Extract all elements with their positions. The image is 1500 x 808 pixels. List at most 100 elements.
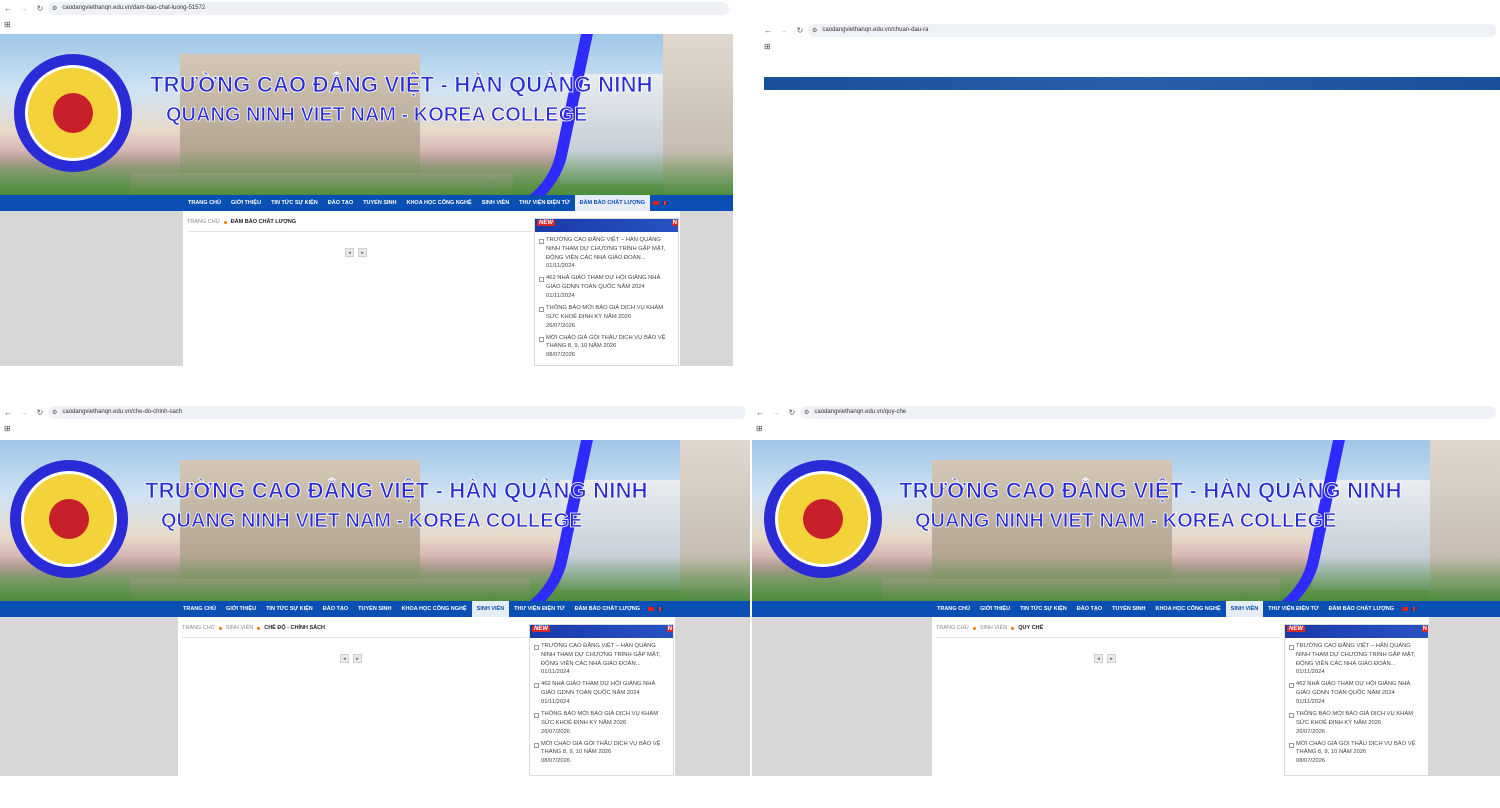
news-date: 08/07/2026 [541,758,571,765]
next-button[interactable]: ▸ [1107,654,1116,663]
menu-item-dao-tao[interactable]: ĐÀO TẠO [318,601,353,617]
menu-item-thu-vien[interactable]: THƯ VIỆN ĐIỆN TỬ [1263,601,1323,617]
vietnamese-flag-icon[interactable] [653,201,660,205]
news-item[interactable]: 462 NHÀ GIÁO THAM DỰ HỘI GIẢNG NHÀ GIÁO … [535,270,678,300]
back-icon[interactable]: ← [760,22,776,38]
college-logo[interactable] [14,54,132,172]
menu-item-tin-tuc[interactable]: TIN TỨC SỰ KIỆN [261,601,318,617]
news-item[interactable]: MỜI CHÀO GIÁ GÓI THẦU DỊCH VỤ BẢO VỆ THÁ… [1285,736,1428,766]
breadcrumb-home[interactable]: TRANG CHỦ [936,625,969,631]
site-settings-icon[interactable]: ⚙ [52,5,57,12]
vietnamese-flag-icon[interactable] [1402,607,1409,611]
news-item[interactable]: THÔNG BÁO MỜI BÁO GIÁ DỊCH VỤ KHÁM SỨC K… [530,706,673,736]
vietnamese-flag-icon[interactable] [648,607,655,611]
news-title[interactable]: TRƯỜNG CAO ĐẲNG VIỆT – HÀN QUẢNG NINH TH… [1296,642,1424,668]
news-title[interactable]: 462 NHÀ GIÁO THAM DỰ HỘI GIẢNG NHÀ GIÁO … [541,680,669,698]
news-item[interactable]: THÔNG BÁO MỜI BÁO GIÁ DỊCH VỤ KHÁM SỨC K… [535,300,678,330]
forward-icon[interactable]: → [16,404,32,420]
site-banner: TRƯỜNG CAO ĐẲNG VIỆT - HÀN QUẢNG NINH QU… [752,440,1500,601]
prev-button[interactable]: ◂ [345,248,354,257]
site-settings-icon[interactable]: ⚙ [52,409,57,416]
menu-item-gioi-thieu[interactable]: GIỚI THIỆU [221,601,261,617]
news-title[interactable]: THÔNG BÁO MỜI BÁO GIÁ DỊCH VỤ KHÁM SỨC K… [1296,710,1424,728]
back-icon[interactable]: ← [0,0,16,16]
prev-button[interactable]: ◂ [340,654,349,663]
reload-icon[interactable]: ↻ [784,404,800,420]
menu-item-trang-chu[interactable]: TRANG CHỦ [932,601,975,617]
menu-item-dao-tao[interactable]: ĐÀO TẠO [1072,601,1107,617]
url-field[interactable]: ⚙ caodangviethanqn.edu.vn/quy-che [800,405,1496,419]
menu-item-tuyen-sinh[interactable]: TUYỂN SINH [353,601,396,617]
address-bar: ← → ↻ ⚙ caodangviethanqn.edu.vn/dam-bao-… [0,0,733,16]
pager: ◂ ▸ [340,654,362,663]
news-item[interactable]: 462 NHÀ GIÁO THAM DỰ HỘI GIẢNG NHÀ GIÁO … [530,676,673,706]
news-item[interactable]: MỜI CHÀO GIÁ GÓI THẦU DỊCH VỤ BẢO VỆ THÁ… [535,330,678,360]
news-title[interactable]: TRƯỜNG CAO ĐẲNG VIỆT – HÀN QUẢNG NINH TH… [541,642,669,668]
menu-item-dam-bao[interactable]: ĐẢM BẢO CHẤT LƯỢNG [1324,601,1399,617]
menu-item-sinh-vien[interactable]: SINH VIÊN [471,601,510,617]
forward-icon[interactable]: → [776,22,792,38]
reload-icon[interactable]: ↻ [792,22,808,38]
prev-button[interactable]: ◂ [1094,654,1103,663]
news-item[interactable]: MỜI CHÀO GIÁ GÓI THẦU DỊCH VỤ BẢO VỆ THÁ… [530,736,673,766]
menu-item-trang-chu[interactable]: TRANG CHỦ [178,601,221,617]
apps-icon[interactable]: ⊞ [764,42,771,51]
menu-item-trang-chu[interactable]: TRANG CHỦ [183,195,226,211]
news-title[interactable]: MỜI CHÀO GIÁ GÓI THẦU DỊCH VỤ BẢO VỆ THÁ… [546,334,674,352]
news-item[interactable]: TRƯỜNG CAO ĐẲNG VIỆT – HÀN QUẢNG NINH TH… [535,232,678,270]
news-item[interactable]: THÔNG BÁO MỜI BÁO GIÁ DỊCH VỤ KHÁM SỨC K… [1285,706,1428,736]
new-badge: NEW [532,626,550,632]
breadcrumb-home[interactable]: TRANG CHỦ [182,625,215,631]
apps-icon[interactable]: ⊞ [4,424,11,433]
reload-icon[interactable]: ↻ [32,404,48,420]
menu-item-tin-tuc[interactable]: TIN TỨC SỰ KIỆN [266,195,323,211]
news-title[interactable]: 462 NHÀ GIÁO THAM DỰ HỘI GIẢNG NHÀ GIÁO … [546,274,674,292]
news-title[interactable]: MỜI CHÀO GIÁ GÓI THẦU DỊCH VỤ BẢO VỆ THÁ… [1296,740,1424,758]
menu-item-dam-bao[interactable]: ĐẢM BẢO CHẤT LƯỢNG [574,195,651,211]
url-field[interactable]: ⚙ caodangviethanqn.edu.vn/che-do-chinh-s… [48,405,746,419]
menu-item-sinh-vien[interactable]: SINH VIÊN [1225,601,1264,617]
menu-item-dao-tao[interactable]: ĐÀO TẠO [323,195,358,211]
english-flag-icon[interactable] [657,607,664,611]
english-flag-icon[interactable] [1411,607,1418,611]
news-title[interactable]: THÔNG BÁO MỜI BÁO GIÁ DỊCH VỤ KHÁM SỨC K… [541,710,669,728]
news-title[interactable]: THÔNG BÁO MỜI BÁO GIÁ DỊCH VỤ KHÁM SỨC K… [546,304,674,322]
menu-item-khoa-hoc[interactable]: KHOA HỌC CÔNG NGHỆ [401,195,476,211]
menu-item-khoa-hoc[interactable]: KHOA HỌC CÔNG NGHỆ [396,601,471,617]
news-item[interactable]: 462 NHÀ GIÁO THAM DỰ HỘI GIẢNG NHÀ GIÁO … [1285,676,1428,706]
english-flag-icon[interactable] [662,201,669,205]
news-item[interactable]: TRƯỜNG CAO ĐẲNG VIỆT – HÀN QUẢNG NINH TH… [1285,638,1428,676]
menu-item-dam-bao[interactable]: ĐẢM BẢO CHẤT LƯỢNG [570,601,645,617]
forward-icon[interactable]: → [16,0,32,16]
news-title[interactable]: 462 NHÀ GIÁO THAM DỰ HỘI GIẢNG NHÀ GIÁO … [1296,680,1424,698]
menu-item-gioi-thieu[interactable]: GIỚI THIỆU [226,195,266,211]
menu-item-thu-vien[interactable]: THƯ VIỆN ĐIỆN TỬ [509,601,569,617]
breadcrumb-parent[interactable]: SINH VIÊN [226,625,254,631]
next-button[interactable]: ▸ [353,654,362,663]
menu-item-gioi-thieu[interactable]: GIỚI THIỆU [975,601,1015,617]
next-button[interactable]: ▸ [358,248,367,257]
breadcrumb-home[interactable]: TRANG CHỦ [187,219,220,225]
college-logo[interactable] [10,460,128,578]
site-settings-icon[interactable]: ⚙ [804,409,809,416]
breadcrumb-parent[interactable]: SINH VIÊN [980,625,1008,631]
news-item[interactable]: TRƯỜNG CAO ĐẲNG VIỆT – HÀN QUẢNG NINH TH… [530,638,673,676]
reload-icon[interactable]: ↻ [32,0,48,16]
apps-icon[interactable]: ⊞ [756,424,763,433]
college-logo[interactable] [764,460,882,578]
url-field[interactable]: ⚙ caodangviethanqn.edu.vn/chuan-dau-ra [808,23,1496,37]
menu-item-thu-vien[interactable]: THƯ VIỆN ĐIỆN TỬ [514,195,574,211]
menu-item-tuyen-sinh[interactable]: TUYỂN SINH [358,195,401,211]
site-settings-icon[interactable]: ⚙ [812,27,817,34]
back-icon[interactable]: ← [0,404,16,420]
news-title[interactable]: MỜI CHÀO GIÁ GÓI THẦU DỊCH VỤ BẢO VỆ THÁ… [541,740,669,758]
menu-item-sinh-vien[interactable]: SINH VIÊN [477,195,515,211]
apps-icon[interactable]: ⊞ [4,20,11,29]
menu-item-khoa-hoc[interactable]: KHOA HỌC CÔNG NGHỆ [1150,601,1225,617]
back-icon[interactable]: ← [752,404,768,420]
menu-item-tin-tuc[interactable]: TIN TỨC SỰ KIỆN [1015,601,1072,617]
menu-item-tuyen-sinh[interactable]: TUYỂN SINH [1107,601,1150,617]
forward-icon[interactable]: → [768,404,784,420]
url-field[interactable]: ⚙ caodangviethanqn.edu.vn/dam-bao-chat-l… [48,1,729,15]
news-title[interactable]: TRƯỜNG CAO ĐẲNG VIỆT – HÀN QUẢNG NINH TH… [546,236,674,262]
